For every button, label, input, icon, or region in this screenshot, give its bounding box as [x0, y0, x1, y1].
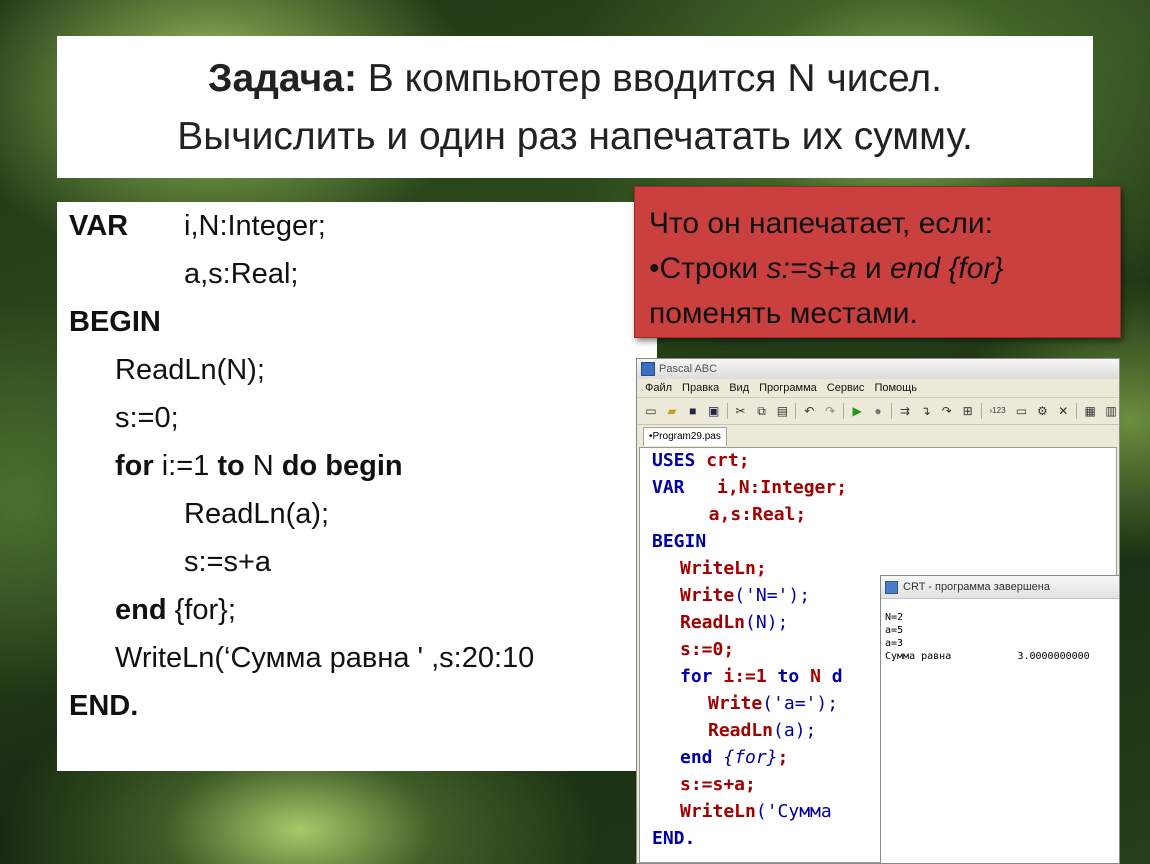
- open-icon[interactable]: ▰: [664, 403, 680, 419]
- crt-app-icon: [885, 580, 898, 594]
- crt-output-line: N=2: [885, 612, 904, 623]
- editor-line: USES crt;: [652, 450, 750, 471]
- toolbar-separator: [980, 403, 982, 419]
- save-icon[interactable]: ■: [685, 403, 701, 419]
- task-line1: В компьютер вводится N чисел.: [367, 57, 942, 100]
- stop-icon[interactable]: ●: [870, 403, 886, 419]
- pascal-app-icon: [641, 362, 655, 376]
- question-line3: поменять местами.: [649, 297, 918, 330]
- crt-output-line: Сумма равна 3.0000000000: [885, 651, 1090, 662]
- new-file-icon[interactable]: ▭: [643, 403, 659, 419]
- crt-output-window: CRT - программа завершена N=2 a=5 a=3 Су…: [880, 575, 1120, 864]
- toolbar-separator: [890, 403, 892, 419]
- question-line2: •Строки s:=s+a и end {for}: [649, 252, 1004, 285]
- toolbar-separator: [1076, 403, 1078, 419]
- editor-line: BEGIN: [652, 531, 707, 552]
- pascal-tabbar: •Program29.pas: [637, 425, 1119, 446]
- editor-line: ReadLn(N);: [680, 612, 789, 633]
- code-listing: VAR i,N:Integer; a,s:Real; BEGIN ReadLn(…: [57, 202, 657, 771]
- code-line-6: for i:=1 to N do begin: [115, 450, 403, 482]
- pascal-titlebar[interactable]: Pascal ABC: [637, 359, 1119, 379]
- editor-line: end {for};: [680, 747, 789, 768]
- step-over-icon[interactable]: ↷: [939, 403, 955, 419]
- copy-icon[interactable]: ⧉: [754, 403, 770, 419]
- editor-line: a,s:Real;: [687, 504, 807, 525]
- watch-icon[interactable]: ⊞: [960, 403, 976, 419]
- editor-line: WriteLn('Сумма: [680, 801, 832, 822]
- format-icon[interactable]: ›123: [987, 403, 1009, 419]
- crt-window-title: CRT - программа завершена: [903, 581, 1050, 593]
- code-line-8: s:=s+a: [184, 546, 272, 578]
- code-var-keyword: VAR: [69, 210, 129, 242]
- save-all-icon[interactable]: ▣: [706, 403, 722, 419]
- step-icon[interactable]: ⇉: [897, 403, 913, 419]
- paste-icon[interactable]: ▤: [774, 403, 790, 419]
- code-line-10: WriteLn(‘Сумма равна ' ,s:20:10: [115, 642, 535, 674]
- editor-line: ReadLn(a);: [708, 720, 817, 741]
- task-label: Задача:: [208, 57, 357, 100]
- crt-output-line: a=3: [885, 638, 904, 649]
- editor-line: s:=s+a;: [680, 774, 756, 795]
- editor-line: VAR i,N:Integer;: [652, 477, 848, 498]
- crt-titlebar[interactable]: CRT - программа завершена: [881, 576, 1119, 599]
- task-title: Задача: В компьютер вводится N чисел. Вы…: [57, 36, 1093, 178]
- code-begin-keyword: BEGIN: [69, 306, 161, 338]
- pascal-toolbar: ▭ ▰ ■ ▣ ✂ ⧉ ▤ ↶ ↷ ▶ ● ⇉ ↴ ↷ ⊞ ›123 ▭ ⚙ ✕…: [637, 398, 1119, 425]
- options-icon[interactable]: ⚙: [1034, 403, 1050, 419]
- redo-icon[interactable]: ↷: [822, 403, 838, 419]
- pascal-menubar: Файл Правка Вид Программа Сервис Помощь: [637, 379, 1119, 398]
- run-icon[interactable]: ▶: [849, 403, 865, 419]
- print-icon[interactable]: ▦: [1082, 403, 1098, 419]
- crt-output-line: a=5: [885, 625, 904, 636]
- editor-line: WriteLn;: [680, 558, 767, 579]
- toolbar-separator: [726, 403, 728, 419]
- help-icon[interactable]: ▥: [1103, 403, 1119, 419]
- code-line-5: s:=0;: [115, 402, 179, 434]
- editor-line: for i:=1 to N d: [680, 666, 843, 687]
- step-into-icon[interactable]: ↴: [918, 403, 934, 419]
- editor-line: END.: [652, 828, 696, 849]
- task-line2: Вычислить и один раз напечатать их сумму…: [177, 115, 973, 158]
- menu-edit[interactable]: Правка: [682, 379, 719, 397]
- code-line-7: ReadLn(a);: [184, 498, 330, 530]
- cut-icon[interactable]: ✂: [733, 403, 749, 419]
- tab-program29[interactable]: •Program29.pas: [643, 427, 727, 446]
- question-line1: Что он напечатает, если:: [649, 207, 993, 240]
- code-line-2: a,s:Real;: [184, 258, 299, 290]
- code-line-4: ReadLn(N);: [115, 354, 265, 386]
- menu-service[interactable]: Сервис: [827, 379, 865, 397]
- menu-file[interactable]: Файл: [645, 379, 672, 397]
- close-icon[interactable]: ✕: [1055, 403, 1071, 419]
- menu-program[interactable]: Программа: [759, 379, 817, 397]
- toolbar-separator: [795, 403, 797, 419]
- pascal-window-title: Pascal ABC: [659, 363, 718, 375]
- undo-icon[interactable]: ↶: [801, 403, 817, 419]
- code-line-9: end {for};: [115, 594, 236, 626]
- question-callout: Что он напечатает, если: •Строки s:=s+a …: [634, 186, 1121, 338]
- editor-line: Write('N=');: [680, 585, 811, 606]
- editor-line: Write('a=');: [708, 693, 839, 714]
- code-end-keyword: END.: [69, 690, 139, 722]
- menu-view[interactable]: Вид: [729, 379, 749, 397]
- editor-line: s:=0;: [680, 639, 735, 660]
- menu-help[interactable]: Помощь: [874, 379, 917, 397]
- toolbar-separator: [843, 403, 845, 419]
- code-line-1: i,N:Integer;: [184, 210, 326, 242]
- window-icon[interactable]: ▭: [1013, 403, 1029, 419]
